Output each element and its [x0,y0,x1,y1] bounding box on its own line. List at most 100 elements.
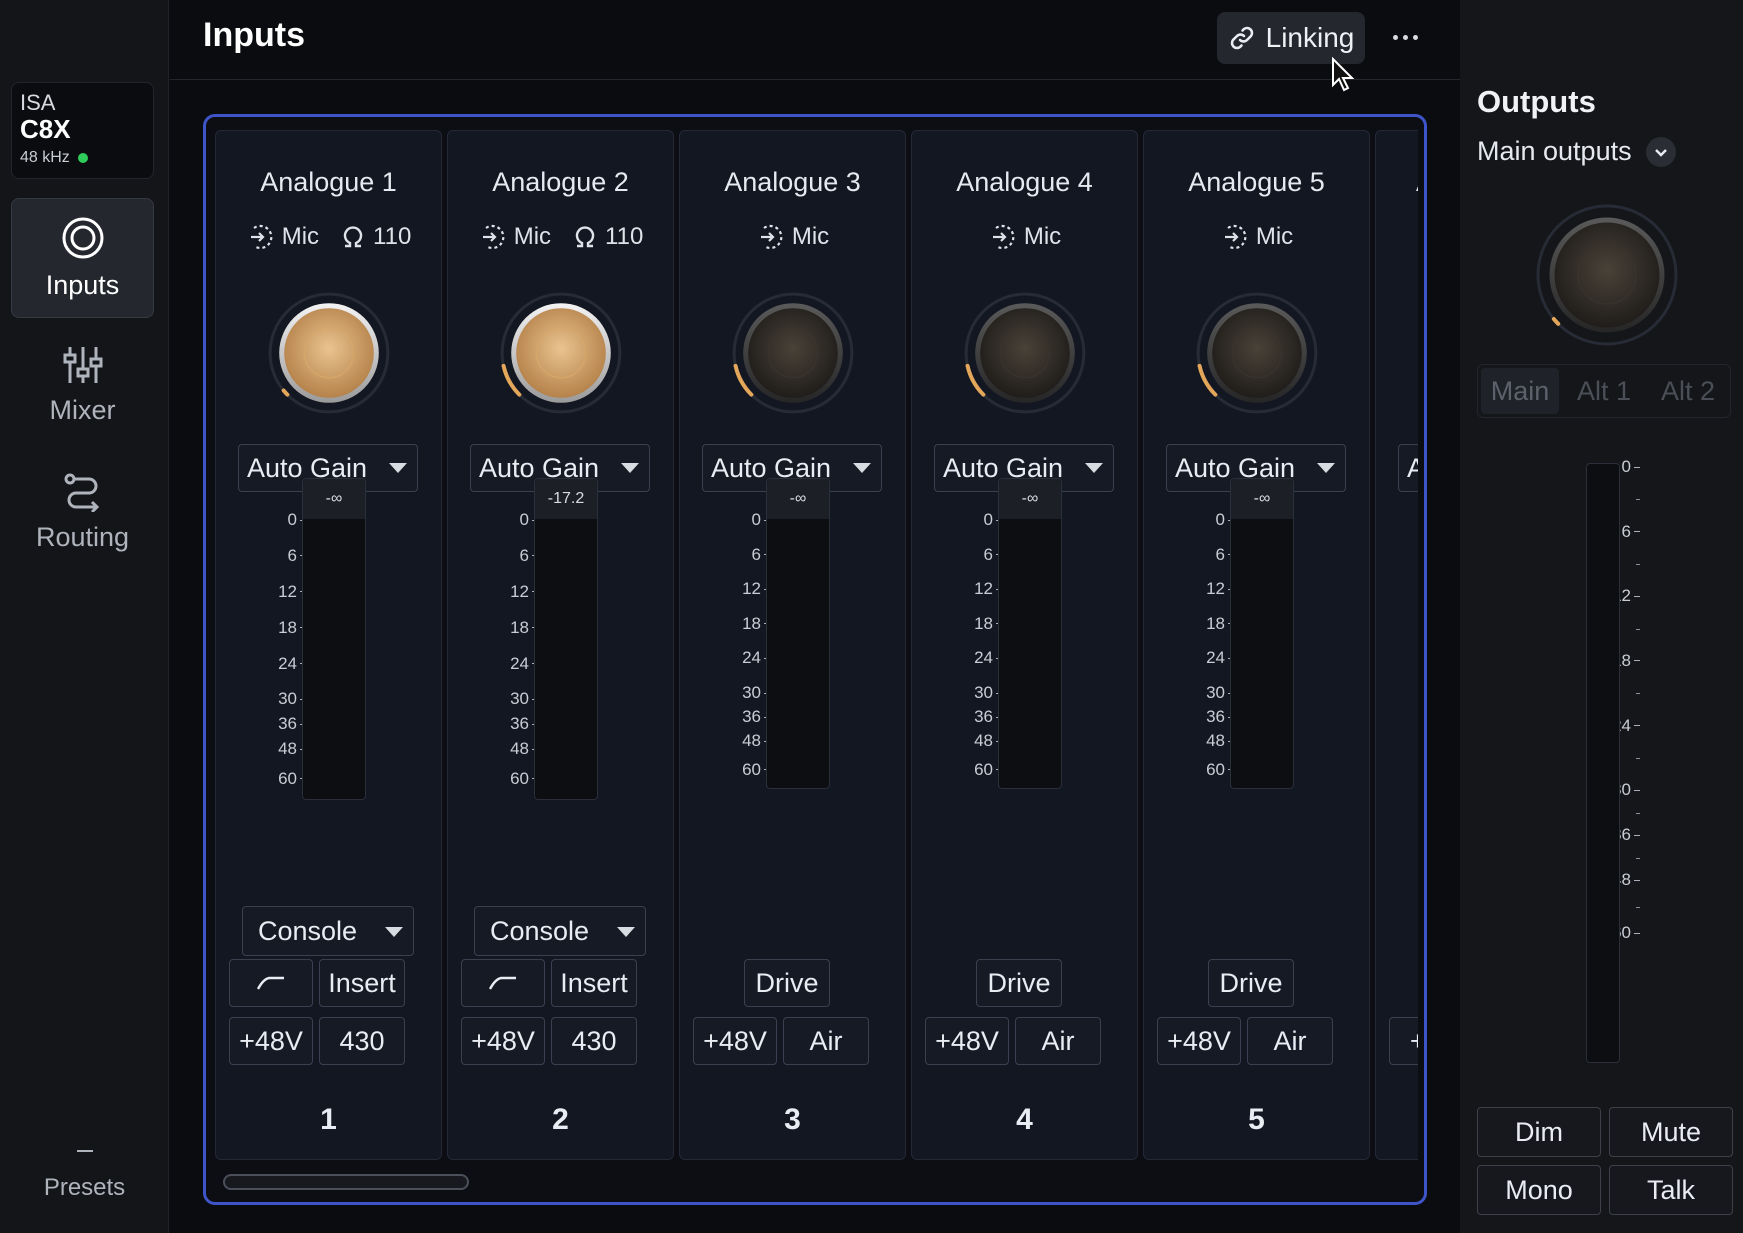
input-source-label[interactable]: Mic [514,223,551,251]
mute-button[interactable]: Mute [1609,1107,1733,1157]
input-source-label[interactable]: Mic [282,223,319,251]
caret-down-icon [385,927,403,937]
nav-label: Mixer [49,394,116,425]
meter-scale-label: 0 [751,510,761,529]
peak-readout: -∞ [767,479,829,519]
phantom-power-button[interactable]: +48V [925,1017,1009,1065]
phantom-power-button[interactable]: +48V [1157,1017,1241,1065]
gain-knob[interactable] [1193,289,1321,417]
impedance-430-button[interactable]: 430 [551,1017,637,1065]
drive-button[interactable]: Drive [744,959,830,1007]
output-select-tabs: Main Alt 1 Alt 2 [1477,364,1731,418]
inputs-panel: Analogue 1 Mic 110 Auto Gain 0 6 12 18 24 30 3… [203,114,1427,1205]
channel-strip: Analogue 3 Mic Auto Gain 0 6 12 18 24 30 36 48 6… [679,130,906,1160]
phantom-power-button[interactable]: +48V [461,1017,545,1065]
channel-strips: Analogue 1 Mic 110 Auto Gain 0 6 12 18 24 30 3… [215,130,1418,1160]
meter-scale-label: 12 [1206,579,1225,599]
presets-button[interactable]: Presets [0,1150,169,1202]
more-options-button[interactable] [1383,20,1427,54]
channel-name: Analogue 5 [1188,167,1325,197]
talk-button[interactable]: Talk [1609,1165,1733,1215]
auto-gain-select[interactable]: A [1398,444,1418,492]
meter-scale-tick: 6 [1621,521,1640,541]
mixer-icon [63,346,102,383]
channel-name: Analogue 4 [956,167,1093,197]
air-button[interactable]: Air [783,1017,869,1065]
meter-scale-label: 48 [1206,731,1225,751]
input-source-label[interactable]: Mic [792,223,829,251]
air-button[interactable]: Air [1247,1017,1333,1065]
tick-line [1634,466,1640,468]
air-button[interactable]: Air [1015,1017,1101,1065]
mouse-cursor-icon [1332,57,1355,92]
meter-scale-label: 18 [510,617,529,637]
dim-button[interactable]: Dim [1477,1107,1601,1157]
input-type-row: Mic 110 [216,223,441,251]
more-dot-icon [1402,34,1408,40]
impedance[interactable]: 110 [573,223,643,251]
phantom-power-button[interactable]: +48V [693,1017,777,1065]
phantom-power-button[interactable]: +4 [1389,1017,1418,1065]
console-select[interactable]: Console [474,906,646,956]
tab-alt-2[interactable]: Alt 2 [1649,368,1727,414]
drive-button[interactable]: Drive [1208,959,1294,1007]
device-card[interactable]: ISA C8X 48 kHz [11,82,154,179]
mono-button[interactable]: Mono [1477,1165,1601,1215]
gain-knob[interactable] [265,289,393,417]
channel-number: 2 [552,1103,569,1136]
output-volume-knob[interactable] [1532,200,1682,350]
phantom-power-button[interactable]: +48V [229,1017,313,1065]
gain-knob[interactable] [497,289,625,417]
nav-item-mixer[interactable]: Mixer [11,325,154,445]
channel-name: Analogue 1 [260,167,397,197]
impedance-value: 110 [373,223,412,250]
meter-scale-label: 0 [1215,510,1225,529]
peak-readout: -∞ [303,479,365,519]
caret-down-icon [853,463,871,473]
meter-scale-label: 0 [519,510,529,529]
insert-button[interactable]: Insert [319,959,405,1007]
caret-down-icon [621,463,639,473]
level-meter: -∞ [766,478,830,789]
channel-strip: Analogue 5 Mic Auto Gain 0 6 12 18 24 30 36 48 6… [1143,130,1370,1160]
meter-scale-label: 30 [278,689,297,709]
meter-scale-label: 18 [1206,613,1225,633]
meter-scale-label: 36 [510,714,529,734]
gain-knob[interactable] [961,289,1089,417]
meter-scale-label: 60 [1206,759,1225,779]
meter-scale-label: 60 [510,768,529,788]
input-source-label[interactable]: Mic [1024,223,1061,251]
impedance-430-button[interactable]: 430 [319,1017,405,1065]
nav-item-inputs[interactable]: Inputs [11,198,154,318]
meter-scale-label: 24 [278,653,297,673]
caret-down-icon [1317,463,1335,473]
outputs-select[interactable]: Main outputs [1477,136,1676,167]
high-pass-filter-button[interactable] [229,959,313,1007]
tick-line [1634,531,1640,533]
channel-name: Analogue 2 [492,167,629,197]
meter-scale-label: 12 [510,581,529,601]
insert-button[interactable]: Insert [551,959,637,1007]
gain-knob[interactable] [729,289,857,417]
console-select[interactable]: Console [242,906,414,956]
high-pass-filter-button[interactable] [461,959,545,1007]
high-pass-filter-icon [488,976,516,990]
input-source-label[interactable]: Mic [1256,223,1293,251]
outputs-panel: Outputs Main outputs Main Alt 1 Alt 2 0 6… [1460,0,1743,1233]
meter-scale-tick: 0 [1622,457,1640,476]
omega-icon [575,226,595,248]
impedance[interactable]: 110 [341,223,411,251]
impedance-value: 110 [605,223,644,250]
meter-scale-label: 18 [974,613,993,633]
level-meter: -17.2 [534,478,598,800]
tab-main[interactable]: Main [1481,368,1559,414]
horizontal-scrollbar[interactable] [223,1174,469,1190]
drive-button[interactable]: Drive [976,959,1062,1007]
tab-alt-1[interactable]: Alt 1 [1565,368,1643,414]
meter-scale-label: 60 [278,768,297,788]
page-header: Inputs Linking [170,0,1460,80]
input-source-icon [250,224,273,250]
nav-item-routing[interactable]: Routing [11,452,154,572]
meter-scale-label: 12 [742,579,761,599]
meter-scale-label: 6 [1621,521,1631,541]
